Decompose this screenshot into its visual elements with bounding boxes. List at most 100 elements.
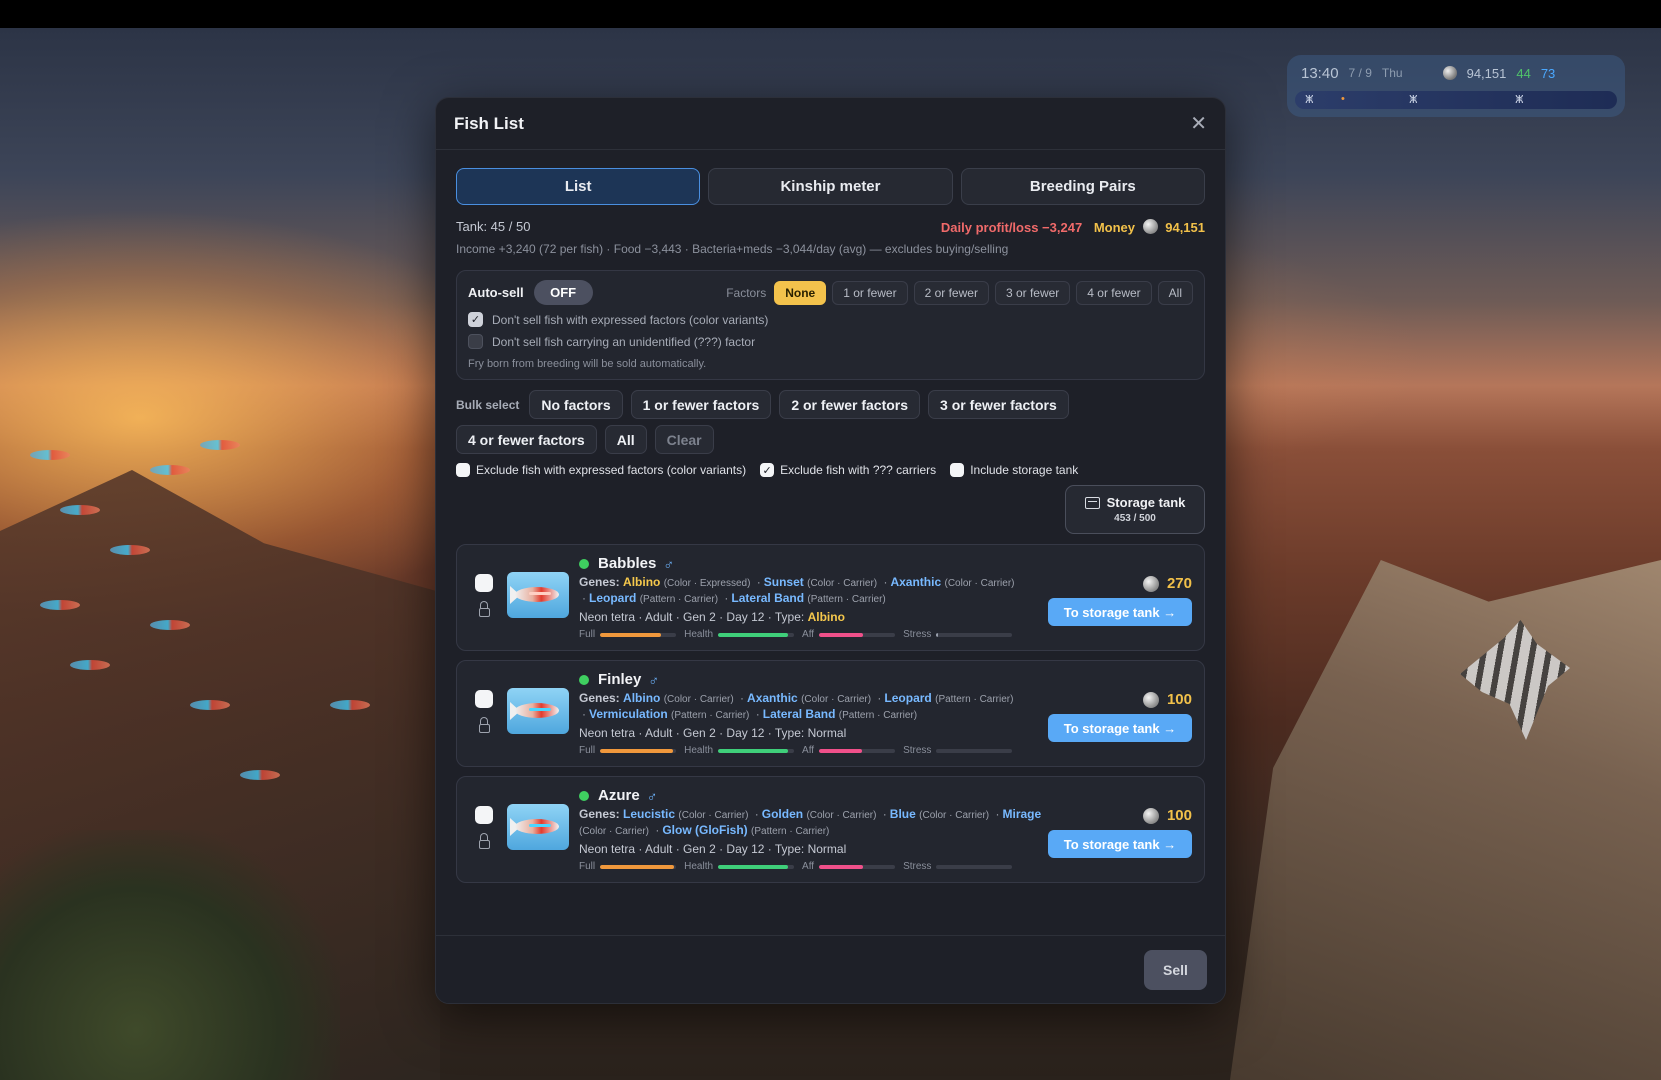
- aff-track: [819, 748, 896, 753]
- full-fill: [600, 632, 661, 637]
- to-storage-button[interactable]: To storage tank →: [1048, 714, 1192, 742]
- stress-meter: Stress: [903, 629, 1013, 640]
- school-fish: [60, 505, 100, 515]
- fish-actions: 270 To storage tank →: [1044, 555, 1192, 640]
- modal-footer: Sell: [436, 935, 1225, 1003]
- school-fish: [330, 700, 370, 710]
- health-label: Health: [684, 629, 714, 640]
- gene-name: Blue: [889, 807, 916, 821]
- fish-meters: Full Health Aff Stress: [579, 629, 1044, 640]
- gene-separator: ·: [740, 691, 745, 705]
- close-icon[interactable]: ✕: [1190, 114, 1207, 134]
- to-storage-button[interactable]: To storage tank →: [1048, 598, 1192, 626]
- hud-date: 7 / 9: [1348, 66, 1372, 80]
- bulk-1-or-fewer[interactable]: 1 or fewer factors: [630, 390, 772, 419]
- aff-track: [819, 632, 896, 637]
- fish-type: Normal: [807, 842, 847, 856]
- gene-name: Lateral Band: [762, 707, 836, 721]
- tab-breeding-pairs[interactable]: Breeding Pairs: [960, 168, 1205, 205]
- school-fish: [30, 450, 70, 460]
- fish-type: Normal: [807, 726, 847, 740]
- fish-card[interactable]: Finley ♂ Genes: Albino (Color · Carrier)…: [456, 660, 1205, 767]
- checkbox-unidentified[interactable]: [468, 334, 483, 349]
- factor-option-none[interactable]: None: [774, 280, 827, 305]
- lock-icon[interactable]: [478, 601, 490, 618]
- gene-separator: ·: [756, 575, 761, 589]
- to-storage-button[interactable]: To storage tank →: [1048, 830, 1192, 858]
- option-label: Exclude fish with ??? carriers: [780, 463, 937, 477]
- gene-separator: ·: [883, 575, 888, 589]
- storage-count: 453 / 500: [1114, 513, 1156, 524]
- lock-icon[interactable]: [478, 717, 490, 734]
- bulk-2-or-fewer[interactable]: 2 or fewer factors: [779, 390, 921, 419]
- bulk-clear[interactable]: Clear: [654, 425, 714, 454]
- autosell-toggle[interactable]: OFF: [533, 280, 593, 305]
- full-meter: Full: [579, 861, 677, 872]
- plants-decor: [0, 830, 340, 1080]
- fish-price: 270: [1139, 575, 1192, 592]
- autosell-option-expressed: ✓ Don't sell fish with expressed factors…: [468, 312, 1193, 327]
- fry-note: Fry born from breeding will be sold auto…: [468, 358, 707, 370]
- checkbox-exclude-carriers[interactable]: ✓: [760, 463, 775, 477]
- coin-icon: [1142, 575, 1159, 592]
- tab-kinship-meter[interactable]: Kinship meter: [708, 168, 953, 205]
- checkbox-expressed[interactable]: ✓: [468, 312, 483, 327]
- health-meter: Health: [684, 745, 795, 756]
- fish-info: Azure ♂ Genes: Leucistic (Color · Carrie…: [579, 787, 1044, 872]
- storage-tank-button[interactable]: Storage tank 453 / 500: [1065, 485, 1205, 534]
- autosell-panel: Auto-sell OFF Factors None 1 or fewer 2 …: [456, 270, 1205, 380]
- aff-label: Aff: [802, 861, 815, 872]
- gene-name: Axanthic: [890, 575, 942, 589]
- hud-stat-blue: 73: [1540, 65, 1556, 81]
- full-meter: Full: [579, 745, 677, 756]
- fish-meta-text: Neon tetra · Adult · Gen 2 · Day 12 · Ty…: [579, 610, 805, 624]
- factor-option-4-or-fewer[interactable]: 4 or fewer: [1076, 280, 1152, 305]
- stress-track: [936, 632, 1013, 637]
- hud-money: 94,151: [1466, 65, 1507, 81]
- fish-select-checkbox[interactable]: [475, 806, 493, 824]
- fish-card[interactable]: Azure ♂ Genes: Leucistic (Color · Carrie…: [456, 776, 1205, 883]
- factor-option-all[interactable]: All: [1157, 280, 1193, 305]
- male-icon: ♂: [648, 671, 659, 688]
- health-meter: Health: [684, 629, 795, 640]
- school-fish: [40, 600, 80, 610]
- modal-header: Fish List ✕: [436, 98, 1225, 150]
- autosell-factor-filter: Factors None 1 or fewer 2 or fewer 3 or …: [726, 280, 1193, 305]
- lock-icon[interactable]: [478, 833, 490, 850]
- full-label: Full: [579, 861, 596, 872]
- hud-weekday: Thu: [1381, 66, 1403, 80]
- health-fill: [718, 864, 788, 869]
- money-label: Money: [1093, 220, 1135, 235]
- bulk-4-or-fewer[interactable]: 4 or fewer factors: [456, 425, 597, 454]
- fish-actions: 100 To storage tank →: [1044, 671, 1192, 756]
- fish-list-modal: Fish List ✕ List Kinship meter Breeding …: [435, 97, 1226, 1004]
- fish-thumbnail: [507, 804, 569, 850]
- school-fish: [240, 770, 280, 780]
- factor-option-3-or-fewer[interactable]: 3 or fewer: [994, 280, 1071, 305]
- fish-meta-text: Neon tetra · Adult · Gen 2 · Day 12 · Ty…: [579, 842, 805, 856]
- fish-info: Finley ♂ Genes: Albino (Color · Carrier)…: [579, 671, 1044, 756]
- fish-info: Babbles ♂ Genes: Albino (Color · Express…: [579, 555, 1044, 640]
- genes-label: Genes:: [579, 575, 620, 589]
- fish-card[interactable]: Babbles ♂ Genes: Albino (Color · Express…: [456, 544, 1205, 651]
- fish-select-checkbox[interactable]: [475, 574, 493, 592]
- option-label: Don't sell fish carrying an unidentified…: [492, 334, 756, 349]
- factor-option-1-or-fewer[interactable]: 1 or fewer: [832, 280, 908, 305]
- bulk-no-factors[interactable]: No factors: [529, 390, 623, 419]
- card-controls: [469, 671, 499, 756]
- school-fish: [200, 440, 240, 450]
- checkbox-exclude-expressed[interactable]: [456, 463, 470, 477]
- tank-count: Tank: 45 / 50: [456, 219, 531, 234]
- fish-select-checkbox[interactable]: [475, 690, 493, 708]
- gene-separator: ·: [724, 591, 729, 605]
- gene-note: (Color · Carrier): [678, 810, 749, 821]
- sell-button[interactable]: Sell: [1144, 949, 1207, 990]
- timeline-marker: •: [1341, 93, 1345, 105]
- factor-option-2-or-fewer[interactable]: 2 or fewer: [913, 280, 989, 305]
- gene-note: (Pattern · Carrier): [671, 710, 750, 721]
- bulk-all[interactable]: All: [604, 425, 647, 454]
- bulk-3-or-fewer[interactable]: 3 or fewer factors: [928, 390, 1069, 419]
- health-fill: [718, 748, 788, 753]
- tab-list[interactable]: List: [456, 168, 701, 205]
- checkbox-include-storage[interactable]: [950, 463, 965, 477]
